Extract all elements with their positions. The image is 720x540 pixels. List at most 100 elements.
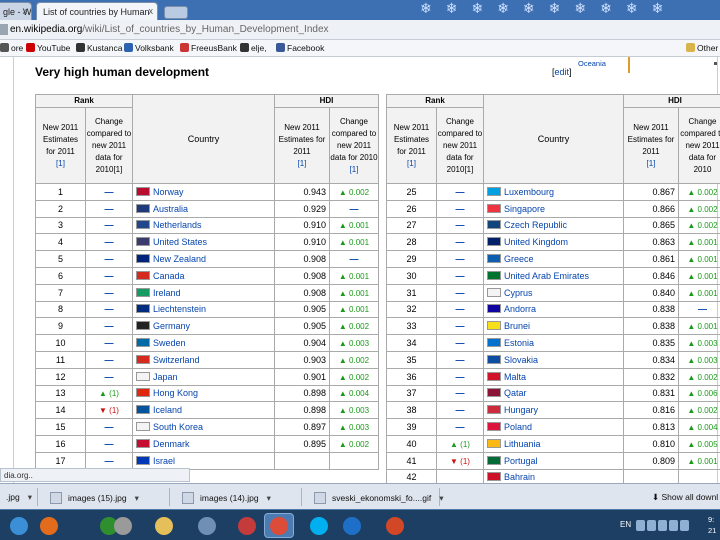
- internet-explorer-taskbar-button[interactable]: [337, 513, 367, 538]
- help-icon[interactable]: [636, 520, 645, 531]
- download-item[interactable]: .jpg ▾: [0, 488, 38, 506]
- country-link[interactable]: Estonia: [504, 338, 534, 348]
- country-link[interactable]: Andorra: [504, 304, 536, 314]
- country-cell: Bahrain: [483, 468, 624, 483]
- country-link[interactable]: Brunei: [504, 321, 530, 331]
- download-item[interactable]: images (15).jpg ▾: [44, 488, 170, 506]
- bookmark-elje[interactable]: elje,: [240, 43, 267, 53]
- bookmark-other[interactable]: Other: [686, 43, 718, 53]
- country-link[interactable]: Hong Kong: [153, 388, 198, 398]
- hdi-cell: 0.908: [274, 250, 330, 268]
- country-link[interactable]: Denmark: [153, 439, 190, 449]
- hdi-cell-value: 0.904: [303, 338, 326, 349]
- country-link[interactable]: Poland: [504, 422, 532, 432]
- table-row: 39 — Poland 0.813 ▲ 0.004: [386, 418, 720, 436]
- rank-cell: 12: [35, 367, 86, 386]
- chrome-taskbar-button[interactable]: [264, 513, 294, 538]
- new-tab-button[interactable]: [164, 6, 188, 19]
- country-link[interactable]: Japan: [153, 372, 178, 382]
- new-estimates-header: New 2011 Estimates for 2011 [1]: [35, 107, 86, 184]
- chevron-down-icon[interactable]: ▾: [267, 493, 271, 503]
- battery-icon[interactable]: [680, 520, 689, 531]
- country-link[interactable]: Czech Republic: [504, 220, 567, 230]
- email-taskbar-button[interactable]: [192, 513, 222, 538]
- close-icon[interactable]: x: [23, 6, 28, 16]
- navigation-bar: en.wikipedia.org/wiki/List_of_countries_…: [0, 20, 720, 40]
- network-icon[interactable]: [658, 520, 667, 531]
- hdi-cell-value: 0.898: [303, 405, 326, 416]
- country-link[interactable]: Qatar: [504, 388, 527, 398]
- rank-cell: 32: [386, 300, 437, 319]
- bookmark-facebook[interactable]: Facebook: [276, 43, 324, 53]
- rank-change-cell: —: [436, 350, 484, 369]
- country-link[interactable]: Liechtenstein: [153, 304, 206, 314]
- bookmark-freeusbank[interactable]: FreeusBank: [180, 43, 237, 53]
- show-all-downloads-link[interactable]: ⬇ Show all downl: [652, 492, 718, 503]
- country-link[interactable]: Malta: [504, 372, 526, 382]
- hdi-change-cell: ▲ 0.003: [329, 334, 379, 352]
- powerpoint-taskbar-button[interactable]: [380, 513, 410, 538]
- country-link[interactable]: Iceland: [153, 405, 182, 415]
- close-icon[interactable]: x: [149, 6, 154, 16]
- increase-value: ▲ 0.001: [687, 271, 718, 281]
- folder-taskbar-button[interactable]: [149, 513, 179, 538]
- rank-change-cell: —: [85, 334, 133, 352]
- country-link[interactable]: Canada: [153, 271, 185, 281]
- hdi-cell: 0.908: [274, 283, 330, 302]
- country-link[interactable]: Sweden: [153, 338, 186, 348]
- country-link[interactable]: Portugal: [504, 456, 538, 466]
- country-link[interactable]: United Kingdom: [504, 237, 568, 247]
- start-taskbar-button[interactable]: [4, 513, 34, 538]
- country-link[interactable]: United Arab Emirates: [504, 271, 589, 281]
- paint-taskbar-button[interactable]: [232, 513, 262, 538]
- country-link[interactable]: Lithuania: [504, 439, 541, 449]
- firefox-taskbar-button[interactable]: [34, 513, 64, 538]
- germany-flag-icon: [136, 321, 150, 331]
- skype-taskbar-button[interactable]: [304, 513, 334, 538]
- media-taskbar-button[interactable]: [108, 513, 138, 538]
- country-link[interactable]: New Zealand: [153, 254, 206, 264]
- increase-value: ▲ 0.001: [338, 221, 370, 231]
- bookmark-more[interactable]: ore: [0, 43, 23, 53]
- address-bar[interactable]: en.wikipedia.org/wiki/List_of_countries_…: [10, 24, 329, 35]
- rank-cell-value: 2: [57, 203, 63, 214]
- language-indicator[interactable]: EN: [620, 520, 631, 529]
- chevron-down-icon[interactable]: ▾: [28, 492, 32, 502]
- country-link[interactable]: Switzerland: [153, 355, 200, 365]
- country-link[interactable]: Ireland: [153, 288, 181, 298]
- bookmark-youtube[interactable]: YouTube: [26, 43, 70, 53]
- country-link[interactable]: Slovakia: [504, 355, 538, 365]
- bookmark-volksbank[interactable]: Volksbank: [124, 43, 174, 53]
- hdi-cell-value: 0.943: [303, 186, 326, 197]
- clock[interactable]: 9: 21: [708, 514, 716, 536]
- country-link[interactable]: Hungary: [504, 405, 538, 415]
- country-link[interactable]: Singapore: [504, 204, 545, 214]
- country-link[interactable]: United States: [153, 237, 207, 247]
- country-link[interactable]: South Korea: [153, 422, 203, 432]
- download-item[interactable]: images (14).jpg ▾: [176, 488, 302, 506]
- bookmark-kustanca[interactable]: Kustanca: [76, 43, 122, 53]
- country-link[interactable]: Cyprus: [504, 288, 533, 298]
- chevron-down-icon[interactable]: ▾: [439, 493, 443, 503]
- country-link[interactable]: Bahrain: [504, 472, 535, 482]
- edit-section-link[interactable]: [edit]: [552, 67, 572, 77]
- volume-icon[interactable]: [669, 520, 678, 531]
- country-link[interactable]: Greece: [504, 254, 534, 264]
- download-item[interactable]: sveski_ekonomski_fo....gif ▾: [308, 488, 444, 506]
- oceania-link[interactable]: Oceania: [578, 59, 606, 68]
- chevron-down-icon[interactable]: ▾: [135, 493, 139, 503]
- qatar-flag-icon: [487, 388, 501, 398]
- country-link[interactable]: Germany: [153, 321, 190, 331]
- increase-value: ▲ 0.003: [338, 406, 370, 416]
- country-link[interactable]: Australia: [153, 204, 188, 214]
- country-link[interactable]: Luxembourg: [504, 187, 554, 197]
- country-link[interactable]: Netherlands: [153, 220, 202, 230]
- tab-google[interactable]: gle - W x: [0, 2, 32, 20]
- tab-wikipedia[interactable]: List of countries by Human x: [36, 2, 158, 20]
- country-link[interactable]: Israel: [153, 456, 175, 466]
- hdi-change-cell: ▲ 0.004: [329, 384, 379, 403]
- no-change-dash: —: [455, 304, 465, 315]
- rank-cell-value: 29: [406, 254, 417, 265]
- country-link[interactable]: Norway: [153, 187, 184, 197]
- flag-icon[interactable]: [647, 520, 656, 531]
